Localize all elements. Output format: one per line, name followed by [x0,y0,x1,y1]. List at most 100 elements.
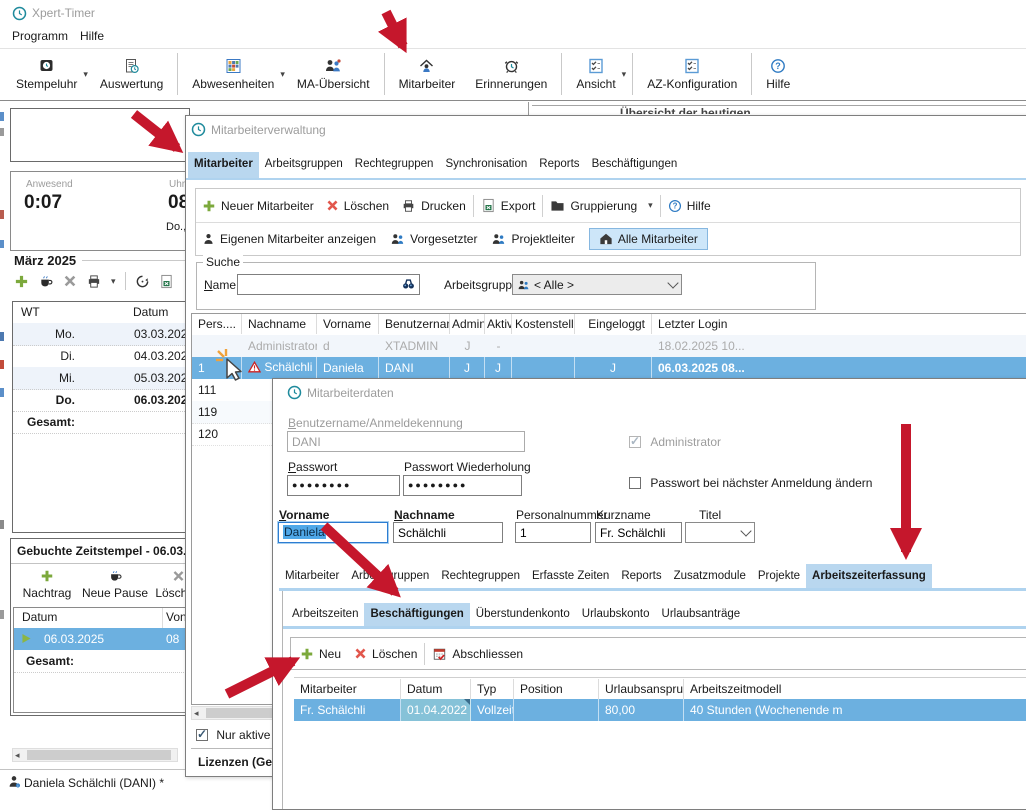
scroll-left-icon[interactable]: ◂ [15,750,20,761]
tab-mitarbeiter[interactable]: Mitarbeiter [279,564,345,588]
neuer-mitarbeiter-button[interactable]: Neuer Mitarbeiter [202,199,314,213]
header-benutzername[interactable]: Benutzername [379,314,450,334]
gruppierung-dropdown-icon[interactable]: ▾ [648,200,653,211]
tab-zusatzmodule[interactable]: Zusatzmodule [668,564,752,588]
subtab-beschaeftigungen[interactable]: Beschäftigungen [364,603,469,626]
tab-reports[interactable]: Reports [533,152,585,178]
toolbar-mitarbeiter-button[interactable]: Mitarbeiter [389,56,466,93]
header-arbeitszeitmodell[interactable]: Arbeitszeitmodell [684,679,1026,699]
subtab-arbeitszeiten[interactable]: Arbeitszeiten [286,603,364,626]
tab-arbeitsgruppen[interactable]: Arbeitsgruppen [259,152,349,178]
tab-erfasste-zeiten[interactable]: Erfasste Zeiten [526,564,615,588]
eigene-mitarbeiter-button[interactable]: Eigenen Mitarbeiter anzeigen [202,232,376,246]
subtab-urlaubskonto[interactable]: Urlaubskonto [576,603,656,626]
tab-projekte[interactable]: Projekte [752,564,806,588]
header-admin[interactable]: Admin [450,314,485,334]
vorname-input[interactable]: Daniela [278,522,388,543]
header-aktiv[interactable]: Aktiv [485,314,512,334]
scrollbar-thumb[interactable] [27,750,171,760]
toolbar-erinnerungen-button[interactable]: Erinnerungen [465,56,557,93]
neu-button[interactable]: Neu [300,647,341,661]
personalnummer-input[interactable] [515,522,591,543]
toolbar-abwesenheiten-button[interactable]: Abwesenheiten [182,56,284,93]
employee-row[interactable]: Administrator d XTADMIN J - 18.02.2025 1… [192,335,1026,358]
subtab-ueberstundenkonto[interactable]: Überstundenkonto [470,603,576,626]
kurzname-input[interactable] [595,522,682,543]
employee-row-selected[interactable]: 1 Schälchli Daniela DANI J J J 06.03.202… [192,357,1026,379]
passwort-input[interactable]: ●●●●●●●● [287,475,400,496]
tab-reports[interactable]: Reports [615,564,667,588]
print-dropdown-icon[interactable]: ▾ [111,276,116,287]
neue-pause-button[interactable]: Neue Pause [79,569,151,600]
toolbar-ma-uebersicht-button[interactable]: MA-Übersicht [287,56,380,93]
header-eingeloggt[interactable]: Eingeloggt [575,314,652,334]
search-binoculars-icon[interactable] [401,277,416,291]
tab-beschaeftigungen[interactable]: Beschäftigungen [586,152,684,178]
header-kostenstelle[interactable]: Kostenstelle [512,314,575,334]
tab-synchronisation[interactable]: Synchronisation [439,152,533,178]
abschliessen-button[interactable]: Abschliessen [432,647,523,661]
project-box[interactable] [10,108,190,162]
left-horizontal-scrollbar[interactable]: ◂ [12,748,178,762]
header-typ[interactable]: Typ [471,679,514,699]
tab-arbeitsgruppen[interactable]: Arbeitsgruppen [345,564,435,588]
header-pers[interactable]: Pers.... ▲ [192,314,242,334]
stempeluhr-dropdown-icon[interactable]: ▾ [83,69,88,80]
abwesenheiten-dropdown-icon[interactable]: ▾ [280,69,285,80]
tab-mitarbeiter[interactable]: Mitarbeiter [188,152,259,178]
col-von[interactable]: Von [166,610,187,624]
toolbar-auswertung-button[interactable]: Auswertung [90,56,173,93]
add-entry-icon[interactable] [14,274,29,289]
vorgesetzter-button[interactable]: Vorgesetzter [390,232,477,246]
print-icon[interactable] [86,274,102,289]
export-button[interactable]: Export [481,198,536,213]
menu-programm[interactable]: Programm [12,29,68,43]
active-only-checkbox[interactable] [196,729,208,741]
stamp-row-selected[interactable]: 06.03.2025 08 [14,628,190,650]
header-datum[interactable]: Datum [401,679,471,699]
header-urlaubsanspruch[interactable]: Urlaubsanspruch [599,679,684,699]
gruppierung-button[interactable]: Gruppierung ▾ [550,199,652,213]
week-row[interactable]: Mi. 05.03.2025 [13,367,189,390]
tab-rechtegruppen[interactable]: Rechtegruppen [435,564,526,588]
alle-mitarbeiter-button[interactable]: Alle Mitarbeiter [589,228,708,250]
col-datum[interactable]: Datum [133,305,168,319]
toolbar-hilfe-button[interactable]: ? Hilfe [756,56,800,93]
col-wt[interactable]: WT [21,305,40,319]
nachtrag-button[interactable]: Nachtrag [18,569,76,600]
toolbar-ansicht-button[interactable]: Ansicht [566,56,625,93]
col-datum[interactable]: Datum [22,610,57,624]
excel-export-icon[interactable] [159,274,174,289]
loeschen-button[interactable]: Löschen [326,199,389,213]
header-position[interactable]: Position [514,679,599,699]
passwort-aendern-checkbox[interactable] [629,477,641,489]
header-mitarbeiter[interactable]: Mitarbeiter [294,679,401,699]
benutzername-input[interactable] [287,431,525,452]
pause-coffee-icon[interactable] [38,274,54,289]
toolbar-az-konfiguration-button[interactable]: AZ-Konfiguration [637,56,747,93]
scroll-left-icon[interactable]: ◂ [194,708,199,719]
search-name-input[interactable] [237,274,420,295]
beschaeftigung-row-selected[interactable]: Fr. Schälchli 01.04.2022 Vollzeit 80,00 … [294,699,1026,721]
toolbar-stempeluhr-button[interactable]: Stempeluhr [6,56,87,93]
loeschen-button[interactable]: Löschen [354,647,417,661]
nachname-input[interactable] [393,522,503,543]
tab-arbeitszeiterfassung[interactable]: Arbeitszeiterfassung [806,564,932,588]
projektleiter-button[interactable]: Projektleiter [491,232,574,246]
week-row[interactable]: Mo. 03.03.2025 [13,323,189,346]
tab-rechtegruppen[interactable]: Rechtegruppen [349,152,440,178]
delete-entry-icon[interactable] [63,274,77,288]
passwort-wiederholung-input[interactable]: ●●●●●●●● [403,475,522,496]
header-nachname[interactable]: Nachname [242,314,317,334]
week-row-today[interactable]: Do. 06.03.2025 [13,389,189,412]
menu-hilfe[interactable]: Hilfe [80,29,104,43]
week-row[interactable]: Di. 04.03.2025 [13,345,189,368]
titel-combo[interactable] [685,522,755,543]
header-vorname[interactable]: Vorname [317,314,379,334]
header-letzter-login[interactable]: Letzter Login [652,314,822,334]
arbeitsgruppe-combo[interactable]: < Alle > [512,274,682,295]
hilfe-button[interactable]: ? Hilfe [668,199,711,213]
ansicht-dropdown-icon[interactable]: ▾ [622,69,627,80]
drucken-button[interactable]: Drucken [401,199,466,213]
administrator-checkbox[interactable] [629,436,641,448]
